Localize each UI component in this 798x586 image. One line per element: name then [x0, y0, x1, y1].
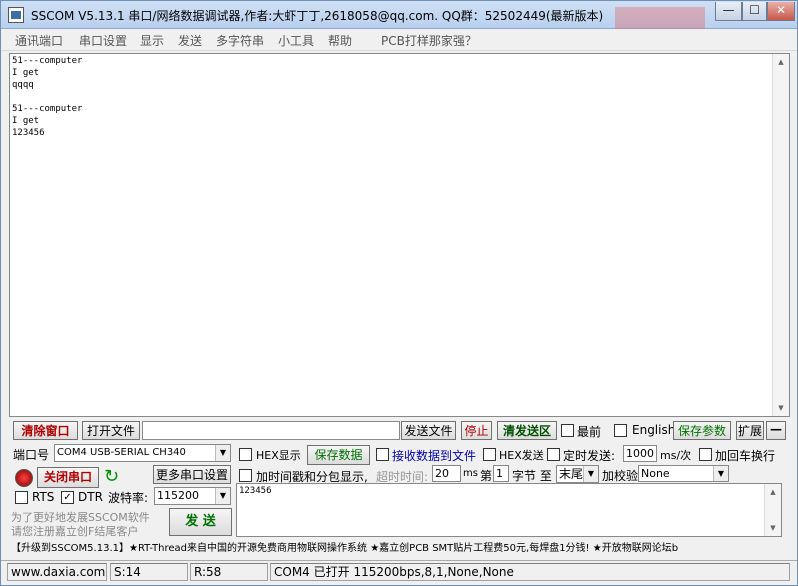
port-status-icon — [15, 469, 33, 487]
timed-send-checkbox[interactable] — [547, 448, 560, 461]
open-file-button[interactable]: 打开文件 — [82, 421, 140, 440]
recv-to-file-checkbox[interactable] — [376, 448, 389, 461]
timestamp-checkbox[interactable] — [239, 469, 252, 482]
checksum-select[interactable]: None ▼ — [638, 465, 729, 482]
checksum-label: 加校验 — [602, 469, 639, 483]
send-file-button[interactable]: 发送文件 — [401, 421, 456, 440]
chevron-down-icon: ▼ — [583, 466, 598, 482]
byte-prefix: 第 — [480, 469, 493, 483]
dtr-label: DTR — [78, 490, 103, 504]
add-newline-label: 加回车换行 — [715, 449, 776, 463]
byte-end-value: 末尾 — [559, 467, 584, 481]
app-window: SSCOM V5.13.1 串口/网络数据调试器,作者:大虾丁丁,2618058… — [0, 0, 798, 586]
scroll-up-icon[interactable]: ▲ — [773, 54, 789, 70]
menu-item-port[interactable]: 通讯端口 — [15, 32, 63, 49]
app-icon — [8, 7, 24, 23]
scroll-down-icon[interactable]: ▼ — [765, 520, 781, 536]
byte-start-input[interactable]: 1 — [493, 465, 509, 482]
receive-scrollbar[interactable]: ▲ ▼ — [772, 54, 789, 416]
menu-bar: 通讯端口 串口设置 显示 发送 多字符串 小工具 帮助 PCB打样那家强？ — [1, 29, 797, 51]
hex-display-label: HEX显示 — [256, 449, 301, 462]
add-newline-checkbox[interactable] — [699, 448, 712, 461]
english-label: English — [632, 423, 676, 437]
send-scrollbar[interactable]: ▲ ▼ — [764, 484, 781, 536]
hex-send-checkbox[interactable] — [483, 448, 496, 461]
port-select[interactable]: COM4 USB-SERIAL CH340 ▼ — [54, 444, 231, 462]
rts-checkbox[interactable] — [15, 491, 28, 504]
chevron-down-icon: ▼ — [215, 445, 230, 461]
receive-text: 51---computer I get qqqq 51---computer I… — [12, 56, 83, 138]
status-bar: www.daxia.com S:14 R:58 COM4 已打开 115200b… — [1, 560, 797, 582]
refresh-icon[interactable]: ↻ — [104, 468, 119, 486]
interval-input[interactable]: 1000 — [623, 445, 657, 462]
status-port-state: COM4 已打开 115200bps,8,1,None,None — [270, 563, 790, 581]
menu-item-pcb[interactable]: PCB打样那家强？ — [381, 32, 477, 49]
hex-send-label: HEX发送 — [499, 449, 544, 462]
title-decoration — [615, 7, 705, 29]
close-button[interactable]: ✕ — [767, 2, 795, 21]
maximize-button[interactable]: ☐ — [742, 2, 767, 21]
menu-item-display[interactable]: 显示 — [140, 32, 164, 49]
send-button[interactable]: 发 送 — [169, 508, 232, 536]
status-website[interactable]: www.daxia.com — [7, 563, 107, 581]
menu-item-multi-string[interactable]: 多字符串 — [216, 32, 264, 49]
receive-area[interactable]: 51---computer I get qqqq 51---computer I… — [9, 53, 790, 417]
save-params-button[interactable]: 保存参数 — [673, 421, 731, 440]
expand-button[interactable]: 扩展 — [736, 421, 764, 440]
title-bar: SSCOM V5.13.1 串口/网络数据调试器,作者:大虾丁丁,2618058… — [1, 1, 797, 29]
file-path-input[interactable] — [142, 421, 400, 440]
baud-label: 波特率: — [108, 491, 149, 505]
menu-item-serial-settings[interactable]: 串口设置 — [79, 32, 127, 49]
byte-end-select[interactable]: 末尾 ▼ — [556, 465, 599, 483]
more-serial-settings-button[interactable]: 更多串口设置 — [153, 465, 231, 484]
timed-send-label: 定时发送: — [563, 449, 616, 463]
topmost-checkbox[interactable] — [561, 424, 574, 437]
menu-item-tools[interactable]: 小工具 — [278, 32, 314, 49]
clear-send-button[interactable]: 清发送区 — [497, 421, 557, 440]
news-ticker[interactable]: 【升级到SSCOM5.13.1】★RT-Thread来自中国的开源免费商用物联网… — [11, 540, 791, 558]
baud-value: 115200 — [157, 489, 199, 502]
clear-window-button[interactable]: 清除窗口 — [13, 421, 78, 440]
status-sent-count: S:14 — [110, 563, 188, 581]
send-text: 123456 — [239, 486, 272, 496]
minimize-button[interactable]: — — [715, 2, 742, 21]
scroll-down-icon[interactable]: ▼ — [773, 400, 789, 416]
timeout-unit: ms — [463, 468, 478, 479]
window-title: SSCOM V5.13.1 串口/网络数据调试器,作者:大虾丁丁,2618058… — [31, 9, 604, 23]
hex-display-checkbox[interactable] — [239, 448, 252, 461]
chevron-down-icon: ▼ — [713, 466, 728, 481]
checksum-value: None — [641, 467, 670, 480]
byte-mid-label: 字节 至 — [512, 469, 552, 483]
dtr-checkbox[interactable]: ✓ — [61, 491, 74, 504]
port-value: COM4 USB-SERIAL CH340 — [57, 447, 186, 458]
send-input[interactable]: 123456 ▲ ▼ — [236, 483, 782, 537]
english-checkbox[interactable] — [614, 424, 627, 437]
timeout-input[interactable]: 20 — [432, 465, 461, 482]
recv-to-file-label: 接收数据到文件 — [392, 449, 477, 463]
collapse-button[interactable]: — — [766, 421, 786, 440]
topmost-label: 最前 — [577, 425, 602, 439]
menu-item-help[interactable]: 帮助 — [328, 32, 352, 49]
rts-label: RTS — [32, 490, 55, 504]
promo-line-2: 请您注册嘉立创F结尾客户 — [11, 525, 139, 538]
save-data-button[interactable]: 保存数据 — [307, 445, 370, 465]
interval-unit: ms/次 — [660, 449, 692, 462]
scroll-up-icon[interactable]: ▲ — [765, 484, 781, 500]
menu-item-send[interactable]: 发送 — [178, 32, 202, 49]
stop-button[interactable]: 停止 — [461, 421, 492, 440]
chevron-down-icon: ▼ — [215, 488, 230, 504]
status-received-count: R:58 — [190, 563, 268, 581]
port-label: 端口号 — [13, 448, 50, 462]
baud-select[interactable]: 115200 ▼ — [154, 487, 231, 505]
close-port-button[interactable]: 关闭串口 — [37, 467, 99, 488]
